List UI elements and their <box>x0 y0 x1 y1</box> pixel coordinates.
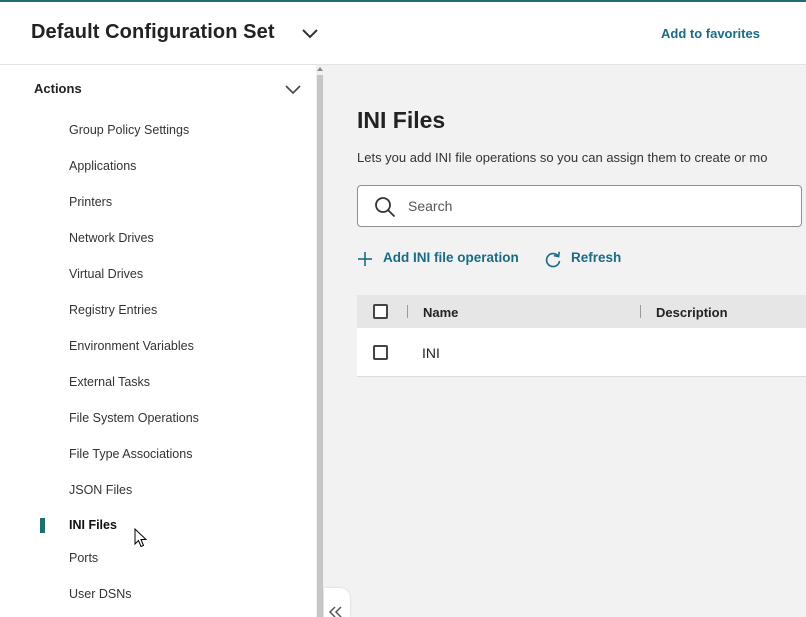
cell-name[interactable]: INI <box>422 345 440 361</box>
search-box[interactable] <box>357 185 802 227</box>
sidebar-section-actions[interactable]: Actions <box>34 81 82 96</box>
scroll-up-arrow-icon[interactable] <box>317 67 323 71</box>
sidebar-item-network-drives[interactable]: Network Drives <box>69 231 154 245</box>
mouse-cursor-icon <box>134 527 148 548</box>
chevron-down-icon[interactable] <box>284 83 302 95</box>
add-to-favorites-link[interactable]: Add to favorites <box>661 26 760 41</box>
sidebar-item-ports[interactable]: Ports <box>69 551 98 565</box>
column-header-name[interactable]: Name <box>423 305 458 320</box>
add-button-label: Add INI file operation <box>383 250 519 265</box>
sidebar-item-virtual-drives[interactable]: Virtual Drives <box>69 267 143 281</box>
refresh-icon <box>545 251 561 268</box>
sidebar-item-file-system-operations[interactable]: File System Operations <box>69 411 199 425</box>
plus-icon <box>358 252 372 266</box>
column-header-description[interactable]: Description <box>656 305 728 320</box>
top-bar: Default Configuration Set Add to favorit… <box>0 0 806 65</box>
row-checkbox[interactable] <box>373 345 388 360</box>
main-content: INI Files Lets you add INI file operatio… <box>324 65 806 617</box>
table-header: Name Description <box>357 295 806 328</box>
sidebar-item-ini-files[interactable]: INI Files <box>69 518 117 532</box>
chevron-down-icon[interactable] <box>300 26 320 40</box>
active-item-indicator <box>40 518 45 533</box>
column-separator[interactable] <box>407 305 408 318</box>
search-icon <box>375 197 396 218</box>
scrollbar-thumb[interactable] <box>317 75 323 617</box>
page-description: Lets you add INI file operations so you … <box>357 150 768 165</box>
sidebar-item-file-type-associations[interactable]: File Type Associations <box>69 447 192 461</box>
column-separator[interactable] <box>640 305 641 318</box>
sidebar-scrollbar[interactable] <box>316 65 324 617</box>
sidebar-item-json-files[interactable]: JSON Files <box>69 483 132 497</box>
page-header-title: Default Configuration Set <box>31 21 275 43</box>
sidebar-item-group-policy-settings[interactable]: Group Policy Settings <box>69 123 189 137</box>
sidebar: Actions Group Policy Settings Applicatio… <box>0 65 316 617</box>
page-title: INI Files <box>357 107 446 133</box>
table-row[interactable]: INI <box>357 328 806 377</box>
sidebar-item-user-dsns[interactable]: User DSNs <box>69 587 132 601</box>
sidebar-item-external-tasks[interactable]: External Tasks <box>69 375 150 389</box>
ini-files-table: Name Description INI <box>357 295 806 377</box>
sidebar-item-registry-entries[interactable]: Registry Entries <box>69 303 157 317</box>
search-input[interactable] <box>408 194 788 218</box>
refresh-button-label: Refresh <box>571 250 622 265</box>
sidebar-item-printers[interactable]: Printers <box>69 195 112 209</box>
select-all-checkbox[interactable] <box>373 304 388 319</box>
sidebar-item-environment-variables[interactable]: Environment Variables <box>69 339 194 353</box>
sidebar-item-applications[interactable]: Applications <box>69 159 136 173</box>
